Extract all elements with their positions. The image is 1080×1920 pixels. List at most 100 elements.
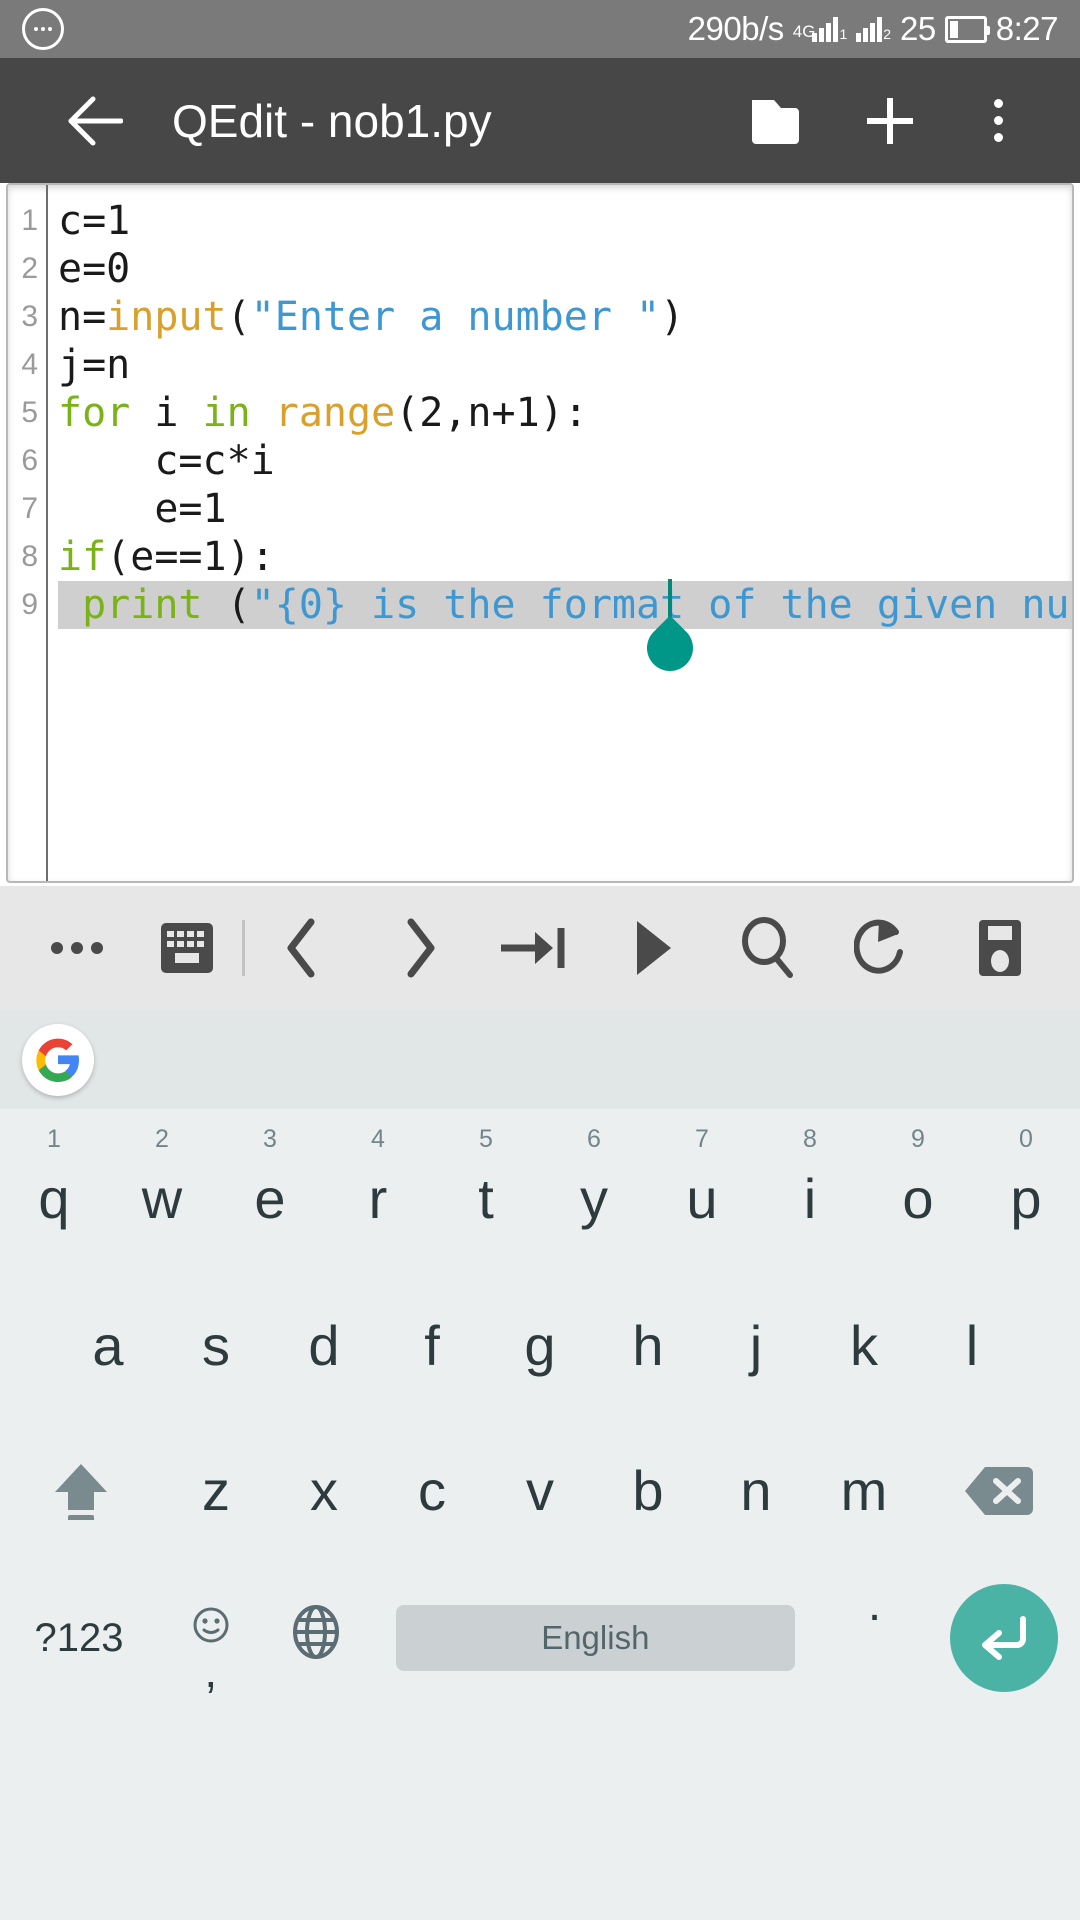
key-y[interactable]: 6y [540, 1123, 648, 1273]
key-t[interactable]: 5t [432, 1123, 540, 1273]
code-token: j=n [58, 342, 131, 388]
save-icon[interactable] [942, 917, 1058, 979]
app-bar: QEdit - nob1.py [0, 58, 1080, 183]
line-number: 4 [21, 348, 38, 381]
key-o[interactable]: 9o [864, 1123, 972, 1273]
code-token: ( [202, 582, 251, 628]
code-line[interactable]: 2 e=0 [8, 245, 1072, 293]
keyboard-row-3: z xcvbnm [0, 1418, 1080, 1563]
shift-key[interactable] [0, 1418, 162, 1563]
key-number-hint: 9 [911, 1125, 925, 1153]
code-line[interactable]: 5 for i in range(2,n+1): [8, 389, 1072, 437]
key-h[interactable]: h [594, 1273, 702, 1418]
key-k[interactable]: k [810, 1273, 918, 1418]
sim1-label: 1 [839, 26, 848, 42]
key-a[interactable]: a [54, 1273, 162, 1418]
key-label: z [202, 1459, 230, 1522]
key-e[interactable]: 3e [216, 1123, 324, 1273]
key-p[interactable]: 0p [972, 1123, 1080, 1273]
space-key[interactable]: English [369, 1563, 822, 1713]
shift-icon [50, 1462, 112, 1520]
undo-icon[interactable] [826, 916, 942, 980]
code-line[interactable]: 8 if(e==1): [8, 533, 1072, 581]
emoji-comma-key[interactable]: , [158, 1563, 263, 1713]
backspace-icon [963, 1463, 1035, 1519]
key-q[interactable]: 1q [0, 1123, 108, 1273]
code-editor[interactable]: 1 c=1 2 e=0 3 n=input("Enter a number ") 4 j=n 5… [6, 183, 1074, 883]
key-number-hint: 1 [47, 1125, 61, 1153]
line-number: 8 [21, 540, 38, 573]
plus-icon[interactable] [836, 71, 944, 171]
key-b[interactable]: b [594, 1418, 702, 1563]
line-number: 1 [21, 204, 38, 237]
language-switch-key[interactable] [263, 1563, 368, 1713]
symbols-key[interactable]: ?123 [0, 1563, 158, 1713]
keyboard-icon[interactable] [132, 919, 242, 977]
google-g-icon[interactable] [22, 1023, 94, 1096]
code-token: (2,n+1): [395, 390, 588, 436]
next-icon[interactable] [361, 917, 477, 979]
key-x[interactable]: x [270, 1418, 378, 1563]
globe-language-icon [287, 1603, 345, 1674]
search-icon[interactable] [710, 916, 826, 980]
key-d[interactable]: d [270, 1273, 378, 1418]
keyboard-row-4: ?123 , English . [0, 1563, 1080, 1713]
key-label: l [965, 1314, 979, 1377]
enter-icon [949, 1584, 1058, 1692]
sim1-signal-icon: 4G 1 [793, 16, 847, 42]
key-label: k [850, 1314, 878, 1377]
code-line[interactable]: 3 n=input("Enter a number ") [8, 293, 1072, 341]
enter-key[interactable] [927, 1584, 1080, 1692]
key-r[interactable]: 4r [324, 1123, 432, 1273]
code-line[interactable]: 9 print ("{0} is the format of the given… [8, 579, 1074, 681]
key-v[interactable]: v [486, 1418, 594, 1563]
key-s[interactable]: s [162, 1273, 270, 1418]
on-screen-keyboard: 1q2w3e4r5t6y7u8i9o0p asdfghjk l z xcvbnm ?… [0, 1109, 1080, 1920]
backspace-key[interactable] [918, 1418, 1080, 1563]
sim2-signal-icon: 2 [856, 16, 891, 42]
keyboard-row-3-letters: z xcvbnm [162, 1418, 918, 1563]
key-z[interactable]: z [162, 1418, 270, 1563]
key-w[interactable]: 2w [108, 1123, 216, 1273]
key-label: x [310, 1459, 338, 1522]
tab-indent-icon[interactable] [477, 920, 593, 976]
code-line[interactable]: 4 j=n [8, 341, 1072, 389]
code-text-area[interactable]: 1 c=1 2 e=0 3 n=input("Enter a number ") 4 j=n 5… [8, 197, 1074, 681]
line-number: 6 [21, 444, 38, 477]
key-n[interactable]: n [702, 1418, 810, 1563]
code-token: c=c*i [58, 438, 275, 484]
key-l[interactable]: l [918, 1273, 1026, 1418]
page-title: QEdit - nob1.py [172, 94, 492, 147]
key-label: n [740, 1459, 772, 1522]
key-i[interactable]: 8i [756, 1123, 864, 1273]
code-line[interactable]: 1 c=1 [8, 197, 1072, 245]
battery-percent: 25 [900, 10, 936, 47]
run-icon[interactable] [593, 917, 709, 979]
code-token: for [58, 390, 131, 436]
key-m[interactable]: m [810, 1418, 918, 1563]
key-number-hint: 4 [371, 1125, 385, 1153]
kebab-menu-icon[interactable] [944, 71, 1052, 171]
editor-toolbar [0, 886, 1080, 1010]
space-key-label: English [395, 1605, 795, 1671]
prev-icon[interactable] [245, 917, 361, 979]
back-arrow-icon[interactable] [54, 82, 132, 160]
key-c[interactable]: c [378, 1418, 486, 1563]
key-j[interactable]: j [702, 1273, 810, 1418]
code-token: print [82, 582, 203, 628]
key-u[interactable]: 7u [648, 1123, 756, 1273]
code-line[interactable]: 6 c=c*i [8, 437, 1072, 485]
more-options-icon[interactable] [22, 942, 132, 954]
code-line-text: e=0 [58, 245, 130, 293]
key-g[interactable]: g [486, 1273, 594, 1418]
key-number-hint: 3 [263, 1125, 277, 1153]
period-key[interactable]: . [822, 1549, 927, 1727]
code-line-text: if(e==1): [58, 533, 275, 581]
code-line-text: e=1 [58, 485, 226, 533]
key-number-hint: 6 [587, 1125, 601, 1153]
code-line[interactable]: 7 e=1 [8, 485, 1072, 533]
line-number: 5 [21, 396, 38, 429]
code-token: "{0} is the format of the given nur [250, 582, 1074, 628]
key-f[interactable]: f [378, 1273, 486, 1418]
folder-icon[interactable] [728, 71, 836, 171]
